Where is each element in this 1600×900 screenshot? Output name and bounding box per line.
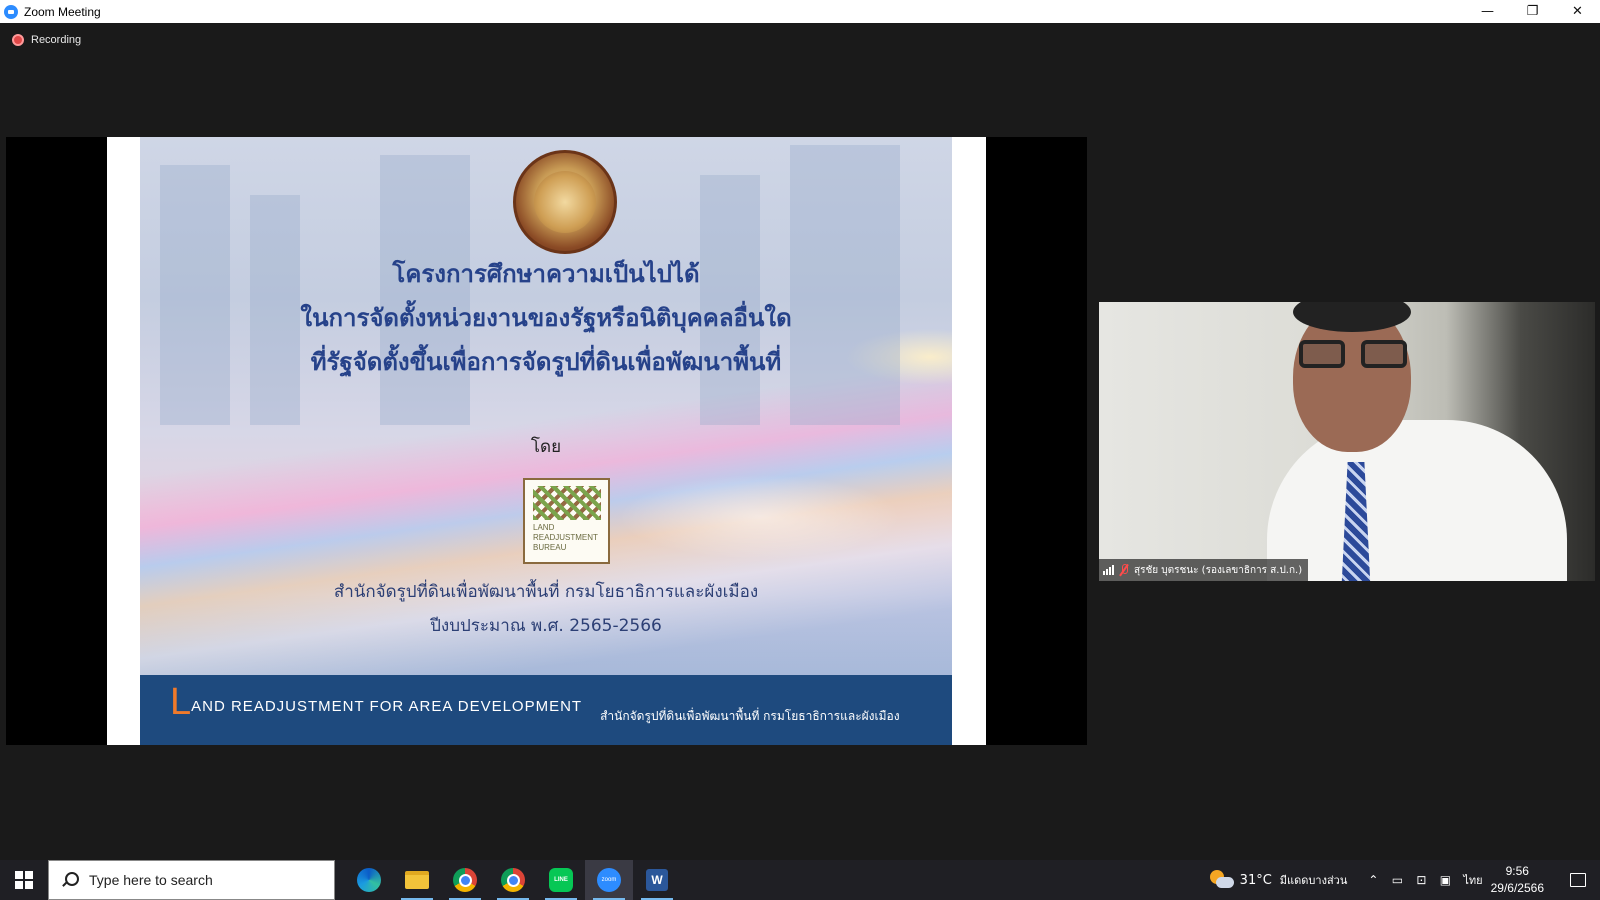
band-initial: L <box>170 681 192 723</box>
slide-footer-band: L AND READJUSTMENT FOR AREA DEVELOPMENT … <box>140 675 952 745</box>
band-thai-title: สำนักจัดรูปที่ดินเพื่อพัฒนาพื้นที่ กรมโย… <box>600 708 900 723</box>
search-icon <box>61 872 79 888</box>
line-icon: LINE <box>549 868 573 892</box>
window-title: Zoom Meeting <box>24 4 101 19</box>
slide-title-line-2: ในการจัดตั้งหน่วยงานของรัฐหรือนิติบุคคลอ… <box>300 304 792 332</box>
chrome-icon <box>501 868 525 892</box>
slide-organization: สำนักจัดรูปที่ดินเพื่อพัฒนาพื้นที่ กรมโย… <box>333 582 759 602</box>
word-icon: W <box>646 869 668 891</box>
taskbar-zoom[interactable]: zoom <box>585 860 633 900</box>
taskbar-word[interactable]: W <box>633 860 681 900</box>
taskbar-line[interactable]: LINE <box>537 860 585 900</box>
partly-sunny-icon <box>1209 870 1234 890</box>
participant-name: สุรชัย บุตรชนะ (รองเลขาธิการ ส.ป.ก.) <box>1134 564 1303 576</box>
shared-screen: โครงการศึกษาความเป็นไปได้ ในการจัดตั้งหน… <box>6 137 1087 745</box>
recording-label: Recording <box>31 34 82 46</box>
window-controls: — ❐ ✕ <box>1465 0 1600 23</box>
taskbar-apps: LINE zoom W <box>345 860 681 900</box>
land-readjustment-bureau-logo: LAND READJUSTMENT BUREAU <box>523 478 610 564</box>
restore-button[interactable]: ❐ <box>1510 0 1555 23</box>
slide-by-label: โดย <box>530 437 562 457</box>
presentation-slide: โครงการศึกษาความเป็นไปได้ ในการจัดตั้งหน… <box>107 137 986 745</box>
slide-fiscal-year: ปีงบประมาณ พ.ศ. 2565-2566 <box>430 616 662 636</box>
zoom-app-icon <box>4 4 18 19</box>
file-explorer-icon <box>405 871 429 889</box>
chevron-up-icon[interactable]: ⌃ <box>1361 860 1385 900</box>
clock[interactable]: 9:56 29/6/2566 <box>1491 863 1544 897</box>
department-seal-icon <box>513 150 617 254</box>
meet-now-icon[interactable]: ▭ <box>1385 860 1409 900</box>
close-button[interactable]: ✕ <box>1555 0 1600 23</box>
language-indicator[interactable]: ไทย <box>1463 871 1482 889</box>
taskbar-file-explorer[interactable] <box>393 860 441 900</box>
windows-logo-icon <box>15 871 33 889</box>
system-tray: 31°C มีแดดบางส่วน ⌃ ▭ ⊡ ▣ ไทย 9:56 29/6/… <box>1209 860 1600 900</box>
logo-line-3: BUREAU <box>533 543 567 552</box>
display-icon[interactable]: ⊡ <box>1409 860 1433 900</box>
weather-condition: มีแดดบางส่วน <box>1279 874 1348 887</box>
zoom-icon: zoom <box>597 868 621 892</box>
participant-name-bar: สุรชัย บุตรชนะ (รองเลขาธิการ ส.ป.ก.) <box>1099 559 1309 581</box>
title-bar: Zoom Meeting — ❐ ✕ <box>0 0 1600 23</box>
participant-video-tile[interactable]: สุรชัย บุตรชนะ (รองเลขาธิการ ส.ป.ก.) <box>1099 302 1595 581</box>
taskbar-edge[interactable] <box>345 860 393 900</box>
weather-temp: 31°C <box>1239 872 1272 888</box>
clock-date: 29/6/2566 <box>1490 881 1544 895</box>
logo-line-1: LAND <box>533 523 555 532</box>
taskbar-chrome-1[interactable] <box>441 860 489 900</box>
minimize-button[interactable]: — <box>1465 0 1510 23</box>
record-icon <box>12 34 24 46</box>
taskbar-chrome-2[interactable] <box>489 860 537 900</box>
slide-title-line-3: ที่รัฐจัดตั้งขึ้นเพื่อการจัดรูปที่ดินเพื… <box>310 348 782 376</box>
notification-icon[interactable] <box>1556 860 1600 900</box>
slide-title: โครงการศึกษาความเป็นไปได้ ในการจัดตั้งหน… <box>140 252 952 384</box>
taskbar-search[interactable]: Type here to search <box>48 860 335 900</box>
weather-widget[interactable]: 31°C มีแดดบางส่วน <box>1209 870 1348 890</box>
slide-background-photo: โครงการศึกษาความเป็นไปได้ ในการจัดตั้งหน… <box>140 137 952 675</box>
signal-strength-icon <box>1103 565 1114 575</box>
band-english-title: AND READJUSTMENT FOR AREA DEVELOPMENT <box>191 697 583 715</box>
slide-org-block: สำนักจัดรูปที่ดินเพื่อพัฒนาพื้นที่ กรมโย… <box>140 575 952 643</box>
windows-taskbar: Type here to search LINE zoom W 31°C มีแ… <box>0 860 1600 900</box>
network-icon[interactable]: ▣ <box>1433 860 1457 900</box>
muted-mic-icon <box>1119 564 1129 576</box>
edge-icon <box>357 868 381 892</box>
clock-time: 9:56 <box>1505 864 1529 878</box>
start-button[interactable] <box>0 860 48 900</box>
search-placeholder: Type here to search <box>89 872 213 888</box>
chrome-icon <box>453 868 477 892</box>
slide-title-line-1: โครงการศึกษาความเป็นไปได้ <box>392 260 700 288</box>
logo-line-2: READJUSTMENT <box>533 533 598 542</box>
recording-indicator[interactable]: Recording <box>12 34 81 46</box>
